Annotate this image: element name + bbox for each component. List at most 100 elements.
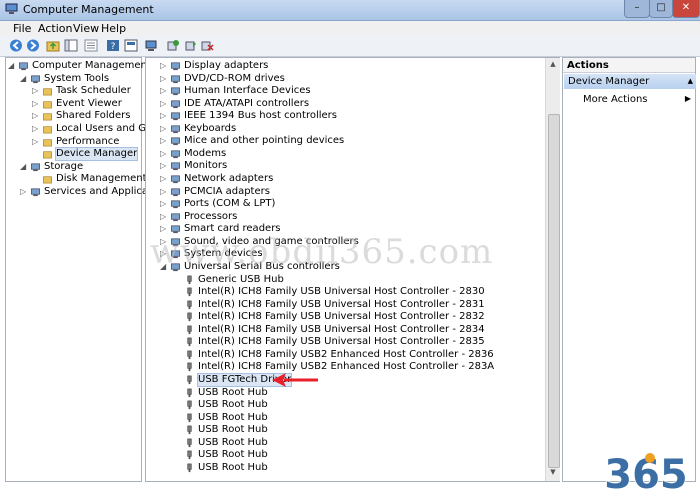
tree-item-label: Generic USB Hub <box>198 273 284 285</box>
expand-closed-icon[interactable]: ▷ <box>160 112 167 120</box>
tree-item-label: Ports (COM & LPT) <box>184 198 276 210</box>
uninstall-icon[interactable] <box>200 39 214 52</box>
folder-icon <box>43 139 52 147</box>
expand-closed-icon[interactable]: ▷ <box>160 74 167 82</box>
scrollbar-thumb[interactable] <box>548 114 560 468</box>
expand-open-icon[interactable]: ◢ <box>20 162 27 170</box>
usb-device-icon <box>187 463 192 472</box>
expand-closed-icon[interactable]: ▷ <box>160 149 167 157</box>
list-icon[interactable] <box>84 39 98 52</box>
tree-item-label: System Tools <box>44 72 110 84</box>
forward-icon[interactable] <box>26 39 40 52</box>
tree-item-label: Processors <box>184 210 238 222</box>
device-category-icon <box>171 75 180 83</box>
menu-file[interactable]: File <box>13 22 31 35</box>
device-list-pane: ▷ Display adapters ▷ DVD/CD-ROM drives ▷ Huma… <box>145 57 560 482</box>
expand-closed-icon[interactable]: ▷ <box>160 62 167 70</box>
tree-item-label: Intel(R) ICH8 Family USB Universal Host … <box>198 286 485 298</box>
usb-device-icon <box>187 325 192 334</box>
device-category-icon <box>19 62 28 71</box>
expand-closed-icon[interactable]: ▷ <box>160 99 167 107</box>
expand-closed-icon[interactable]: ▷ <box>32 112 39 120</box>
folder-icon <box>43 101 52 109</box>
expand-closed-icon[interactable]: ▷ <box>32 125 39 133</box>
menu-help[interactable]: Help <box>101 22 126 35</box>
expand-closed-icon[interactable]: ▷ <box>160 175 167 183</box>
usb-device-icon <box>187 350 192 359</box>
navigation-pane: ◢ Computer Management (Local ◢ System Tools… <box>5 57 184 482</box>
expand-closed-icon[interactable]: ▷ <box>20 188 27 196</box>
tree-item-label: USB Root Hub <box>198 386 268 398</box>
menu-view[interactable]: View <box>73 22 99 35</box>
help-icon[interactable]: ? <box>106 39 120 52</box>
tree-item-label: USB Root Hub <box>198 436 268 448</box>
title-bar: Computer Management – □ ✕ <box>0 0 700 21</box>
update-driver-icon[interactable] <box>184 39 198 52</box>
vertical-scrollbar[interactable]: ▲ ▼ <box>545 58 560 481</box>
computer-icon[interactable] <box>144 39 158 52</box>
expand-closed-icon[interactable]: ▷ <box>32 87 39 95</box>
tree-item-label: Intel(R) ICH8 Family USB2 Enhanced Host … <box>198 348 494 360</box>
device-category-icon <box>171 175 180 184</box>
annotation-arrow <box>272 373 318 387</box>
actions-section-device-manager[interactable]: Device Manager ▲ <box>564 74 696 89</box>
toolbar: ? <box>0 36 700 57</box>
watermark: www.obdii365.com <box>150 232 494 272</box>
device-category-icon <box>171 112 180 121</box>
expand-open-icon[interactable]: ◢ <box>8 62 15 70</box>
expand-closed-icon[interactable]: ▷ <box>160 200 167 208</box>
maximize-button[interactable]: □ <box>649 0 673 18</box>
expand-closed-icon[interactable]: ▷ <box>160 162 167 170</box>
folder-icon <box>43 88 52 96</box>
svg-text:?: ? <box>111 42 116 52</box>
tree-item-label: USB Root Hub <box>198 449 268 461</box>
usb-device-icon <box>187 413 192 422</box>
device-category-icon <box>171 150 180 158</box>
usb-device-icon <box>187 425 192 435</box>
expand-closed-icon[interactable]: ▷ <box>160 187 167 195</box>
collapse-icon[interactable]: ▲ <box>688 74 693 89</box>
menu-action[interactable]: Action <box>38 22 72 35</box>
expand-open-icon[interactable]: ◢ <box>20 74 27 82</box>
device-category-icon <box>171 87 180 96</box>
tree-item-label: Device Manager <box>54 147 139 162</box>
device-category-icon <box>171 100 180 108</box>
device-category-icon <box>31 188 40 197</box>
expand-closed-icon[interactable]: ▷ <box>160 137 167 145</box>
device-category-icon <box>171 62 180 71</box>
expand-closed-icon[interactable]: ▷ <box>32 137 39 145</box>
up-folder-icon[interactable] <box>46 39 60 52</box>
logo: 365 <box>604 451 689 496</box>
tree-item-label: Storage <box>44 160 84 172</box>
scan-hardware-icon[interactable] <box>166 39 180 52</box>
device-category-icon <box>171 213 180 221</box>
usb-device-icon <box>187 450 192 460</box>
device-category-icon <box>31 163 40 171</box>
tree-item-label: USB Root Hub <box>198 411 268 423</box>
tree-item-label: Modems <box>184 147 227 159</box>
tree-item-label: Human Interface Devices <box>184 85 311 97</box>
back-icon[interactable] <box>9 39 23 52</box>
device-category-icon <box>171 125 180 133</box>
more-actions-item[interactable]: More Actions ▶ <box>583 94 691 107</box>
menu-bar: File Action View Help <box>0 21 700 36</box>
expand-closed-icon[interactable]: ▷ <box>32 99 39 107</box>
device-category-icon <box>31 75 40 83</box>
minimize-button[interactable]: – <box>624 0 650 18</box>
scroll-up-button[interactable]: ▲ <box>548 60 558 70</box>
tree-item-label: USB Root Hub <box>198 399 268 411</box>
properties-icon[interactable] <box>124 39 138 52</box>
tree-item-label: DVD/CD-ROM drives <box>184 72 285 84</box>
close-button[interactable]: ✕ <box>672 0 700 18</box>
expand-closed-icon[interactable]: ▷ <box>160 87 167 95</box>
tree-item-label: Event Viewer <box>56 97 122 109</box>
window-title: Computer Management <box>23 3 154 16</box>
tree-item-label: Disk Management <box>56 173 147 185</box>
folder-icon <box>43 126 52 134</box>
folder-icon <box>43 113 52 121</box>
expand-closed-icon[interactable]: ▷ <box>160 124 167 132</box>
expand-closed-icon[interactable]: ▷ <box>160 212 167 220</box>
scroll-down-button[interactable]: ▼ <box>548 468 558 478</box>
show-tree-icon[interactable] <box>64 39 78 52</box>
tree-item-label: Monitors <box>184 160 228 172</box>
